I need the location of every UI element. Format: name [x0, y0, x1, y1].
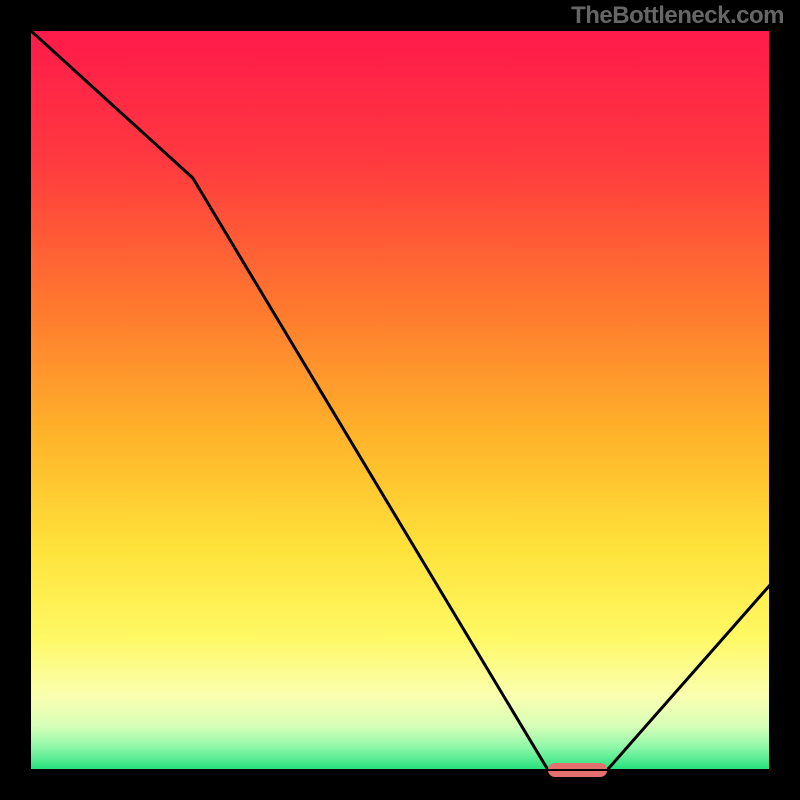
watermark-text: TheBottleneck.com — [571, 2, 784, 30]
chart-frame: TheBottleneck.com — [0, 0, 800, 800]
plot-background — [30, 30, 770, 770]
bottleneck-chart — [0, 0, 800, 800]
